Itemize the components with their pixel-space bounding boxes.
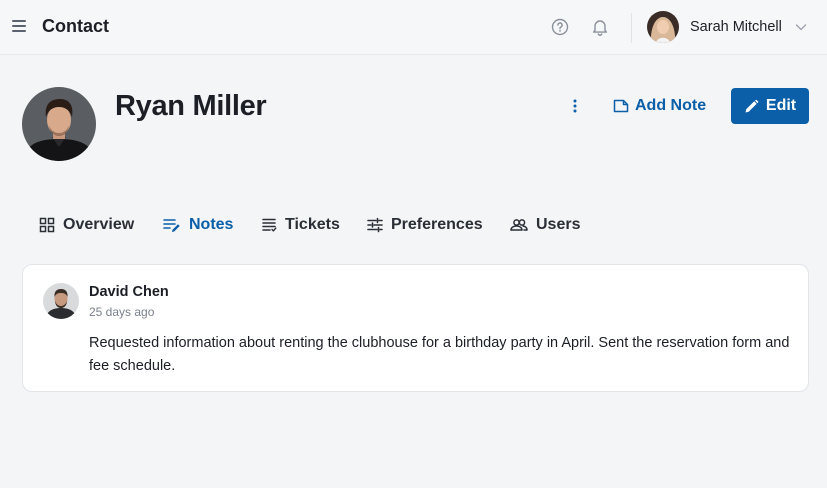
users-icon (510, 219, 528, 231)
tickets-icon (262, 218, 277, 232)
tab-notes-label: Notes (189, 216, 234, 233)
app-title: Contact (42, 16, 109, 36)
more-options-icon[interactable] (569, 98, 581, 114)
contact-name: Ryan Miller (115, 90, 267, 122)
sliders-icon (367, 217, 383, 233)
tab-users[interactable]: Users (510, 214, 580, 236)
edit-label: Edit (765, 97, 797, 114)
help-icon[interactable] (551, 18, 569, 36)
notes-icon (163, 219, 180, 232)
note-card: David Chen 25 days ago Requested informa… (22, 264, 809, 392)
tab-overview-label: Overview (63, 216, 135, 233)
tab-users-label: Users (536, 216, 581, 233)
tab-preferences[interactable]: Preferences (367, 214, 483, 236)
user-name[interactable]: Sarah Mitchell (690, 19, 782, 35)
note-author: David Chen (89, 284, 169, 300)
notifications-bell-icon[interactable] (591, 17, 609, 37)
tab-preferences-label: Preferences (391, 216, 483, 233)
hamburger-menu-icon[interactable] (12, 20, 26, 34)
contact-avatar (22, 87, 96, 161)
tab-tickets-label: Tickets (285, 216, 340, 233)
note-timestamp: 25 days ago (89, 305, 155, 319)
edit-button[interactable]: Edit (731, 88, 809, 124)
user-avatar[interactable] (647, 11, 679, 43)
tab-tickets[interactable]: Tickets (261, 214, 340, 236)
pencil-icon (745, 99, 759, 112)
chevron-down-icon[interactable] (795, 22, 807, 32)
grid-icon (39, 217, 55, 233)
add-note-button[interactable]: Add Note (613, 93, 706, 119)
tab-notes[interactable]: Notes (163, 214, 233, 236)
tab-overview[interactable]: Overview (39, 214, 134, 236)
note-icon (613, 99, 629, 113)
topbar-divider (631, 13, 632, 43)
add-note-label: Add Note (635, 97, 707, 114)
top-bar: Contact Sarah Mitchell (0, 0, 827, 55)
note-body: Requested information about renting the … (89, 335, 790, 374)
note-author-avatar (43, 283, 79, 319)
